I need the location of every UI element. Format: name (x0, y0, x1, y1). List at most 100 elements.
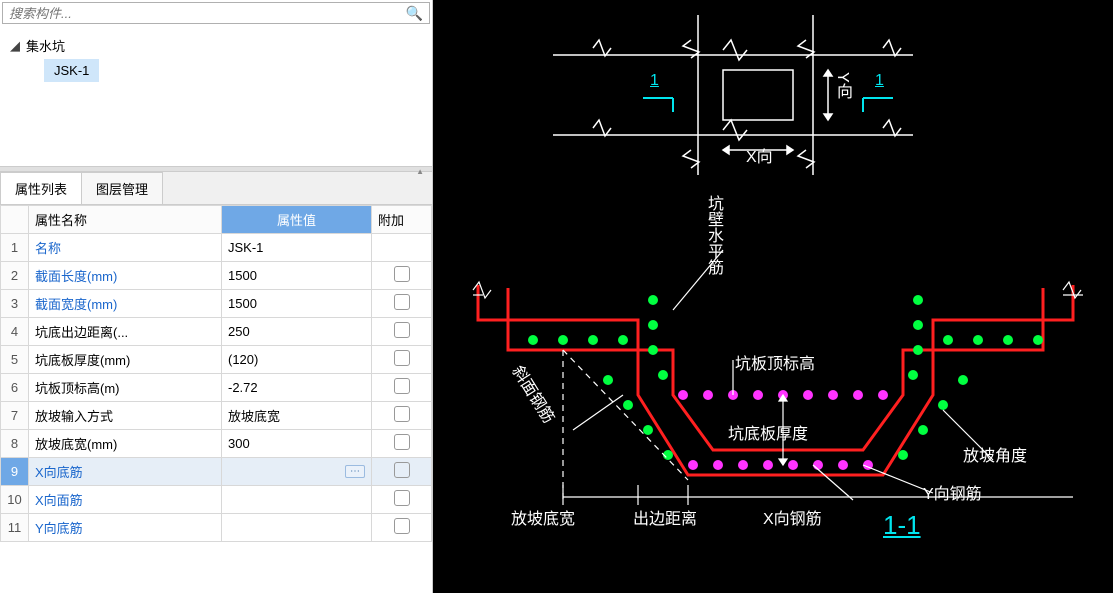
search-box: 🔍 (2, 2, 430, 24)
property-name-cell[interactable]: Y向底筋 (29, 514, 222, 542)
panel-tabs: 属性列表 图层管理 (0, 172, 432, 205)
extra-cell[interactable] (372, 346, 432, 374)
row-index: 5 (1, 346, 29, 374)
property-name-cell[interactable]: 坑板顶标高(m) (29, 374, 222, 402)
property-grid: 属性名称 属性值 附加 1名称JSK-12截面长度(mm)15003截面宽度(m… (0, 205, 432, 542)
label-kbsp: 坑壁水平筋 (701, 195, 725, 275)
section-mark-right: 1 (875, 72, 884, 90)
extra-checkbox[interactable] (394, 518, 410, 534)
label-cbjl: 出边距离 (633, 505, 697, 529)
label-kdbh: 坑底板厚度 (728, 420, 808, 444)
plan-y-label: Y向 (830, 72, 854, 99)
row-index: 11 (1, 514, 29, 542)
plan-x-label: X向 (746, 143, 773, 167)
property-value-cell[interactable]: ⋯ (222, 458, 372, 486)
tab-layers[interactable]: 图层管理 (81, 172, 163, 204)
property-value-cell[interactable]: 250 (222, 318, 372, 346)
row-index: 8 (1, 430, 29, 458)
section-title: 1-1 (883, 510, 921, 541)
extra-cell[interactable] (372, 234, 432, 262)
extra-cell[interactable] (372, 458, 432, 486)
row-index: 6 (1, 374, 29, 402)
property-name-cell[interactable]: 坑底出边距离(... (29, 318, 222, 346)
row-index: 2 (1, 262, 29, 290)
tree-child-label: JSK-1 (54, 63, 89, 78)
table-row[interactable]: 2截面长度(mm)1500 (1, 262, 432, 290)
extra-cell[interactable] (372, 486, 432, 514)
extra-checkbox[interactable] (394, 490, 410, 506)
table-row[interactable]: 4坑底出边距离(...250 (1, 318, 432, 346)
property-value-cell[interactable] (222, 486, 372, 514)
extra-cell[interactable] (372, 514, 432, 542)
label-xgj: X向钢筋 (763, 505, 822, 529)
tree-collapse-icon[interactable]: ◢ (10, 38, 22, 54)
extra-cell[interactable] (372, 402, 432, 430)
table-row[interactable]: 9X向底筋 ⋯ (1, 458, 432, 486)
drawing-viewport[interactable]: X向 Y向 1 1 坑壁水平筋 坑板顶标高 坑底板厚度 斜面钢筋 放坡底宽 出边… (433, 0, 1113, 593)
property-name-cell[interactable]: 放坡输入方式 (29, 402, 222, 430)
property-value-cell[interactable]: (120) (222, 346, 372, 374)
extra-checkbox[interactable] (394, 434, 410, 450)
table-row[interactable]: 1名称JSK-1 (1, 234, 432, 262)
extra-checkbox[interactable] (394, 322, 410, 338)
tree-root-item[interactable]: ◢ 集水坑 (4, 32, 428, 59)
property-value-cell[interactable]: JSK-1 (222, 234, 372, 262)
table-row[interactable]: 8放坡底宽(mm)300 (1, 430, 432, 458)
property-name-cell[interactable]: 截面宽度(mm) (29, 290, 222, 318)
label-fpjd: 放坡角度 (963, 442, 1027, 466)
row-index: 3 (1, 290, 29, 318)
tree-root-label: 集水坑 (22, 36, 65, 55)
search-icon[interactable]: 🔍 (400, 5, 429, 22)
tab-properties[interactable]: 属性列表 (0, 172, 82, 204)
splitter-handle[interactable] (0, 166, 432, 172)
extra-checkbox[interactable] (394, 462, 410, 478)
header-index (1, 206, 29, 234)
extra-cell[interactable] (372, 262, 432, 290)
property-value-cell[interactable]: 放坡底宽 (222, 402, 372, 430)
property-name-cell[interactable]: 坑底板厚度(mm) (29, 346, 222, 374)
extra-cell[interactable] (372, 318, 432, 346)
extra-cell[interactable] (372, 290, 432, 318)
row-index: 1 (1, 234, 29, 262)
property-name-cell[interactable]: X向面筋 (29, 486, 222, 514)
table-row[interactable]: 11Y向底筋 (1, 514, 432, 542)
tree-child-item[interactable]: JSK-1 (44, 59, 99, 82)
table-row[interactable]: 6坑板顶标高(m)-2.72 (1, 374, 432, 402)
property-value-cell[interactable]: 1500 (222, 290, 372, 318)
property-value-cell[interactable] (222, 514, 372, 542)
row-index: 9 (1, 458, 29, 486)
property-name-cell[interactable]: 名称 (29, 234, 222, 262)
property-name-cell[interactable]: X向底筋 (29, 458, 222, 486)
property-name-cell[interactable]: 截面长度(mm) (29, 262, 222, 290)
property-value-cell[interactable]: -2.72 (222, 374, 372, 402)
cad-canvas: X向 Y向 1 1 坑壁水平筋 坑板顶标高 坑底板厚度 斜面钢筋 放坡底宽 出边… (433, 0, 1113, 593)
table-row[interactable]: 5坑底板厚度(mm)(120) (1, 346, 432, 374)
section-mark-left: 1 (650, 72, 659, 90)
property-value-cell[interactable]: 1500 (222, 262, 372, 290)
search-input[interactable] (3, 4, 400, 23)
property-value-cell[interactable]: 300 (222, 430, 372, 458)
row-index: 10 (1, 486, 29, 514)
left-panel: 🔍 ◢ 集水坑 JSK-1 属性列表 图层管理 属性名称 属性值 附加 1名称J… (0, 0, 433, 593)
extra-checkbox[interactable] (394, 378, 410, 394)
label-ygj: Y向钢筋 (923, 480, 982, 504)
table-row[interactable]: 3截面宽度(mm)1500 (1, 290, 432, 318)
extra-checkbox[interactable] (394, 350, 410, 366)
extra-checkbox[interactable] (394, 406, 410, 422)
table-row[interactable]: 7放坡输入方式放坡底宽 (1, 402, 432, 430)
ellipsis-button[interactable]: ⋯ (345, 465, 365, 478)
extra-checkbox[interactable] (394, 294, 410, 310)
extra-checkbox[interactable] (394, 266, 410, 282)
extra-cell[interactable] (372, 430, 432, 458)
property-grid-container: 属性名称 属性值 附加 1名称JSK-12截面长度(mm)15003截面宽度(m… (0, 205, 432, 593)
component-tree: ◢ 集水坑 JSK-1 (0, 26, 432, 166)
header-value[interactable]: 属性值 (222, 206, 372, 234)
row-index: 4 (1, 318, 29, 346)
label-kbdg: 坑板顶标高 (735, 350, 815, 374)
table-row[interactable]: 10X向面筋 (1, 486, 432, 514)
property-name-cell[interactable]: 放坡底宽(mm) (29, 430, 222, 458)
extra-cell[interactable] (372, 374, 432, 402)
header-name: 属性名称 (29, 206, 222, 234)
header-extra: 附加 (372, 206, 432, 234)
row-index: 7 (1, 402, 29, 430)
